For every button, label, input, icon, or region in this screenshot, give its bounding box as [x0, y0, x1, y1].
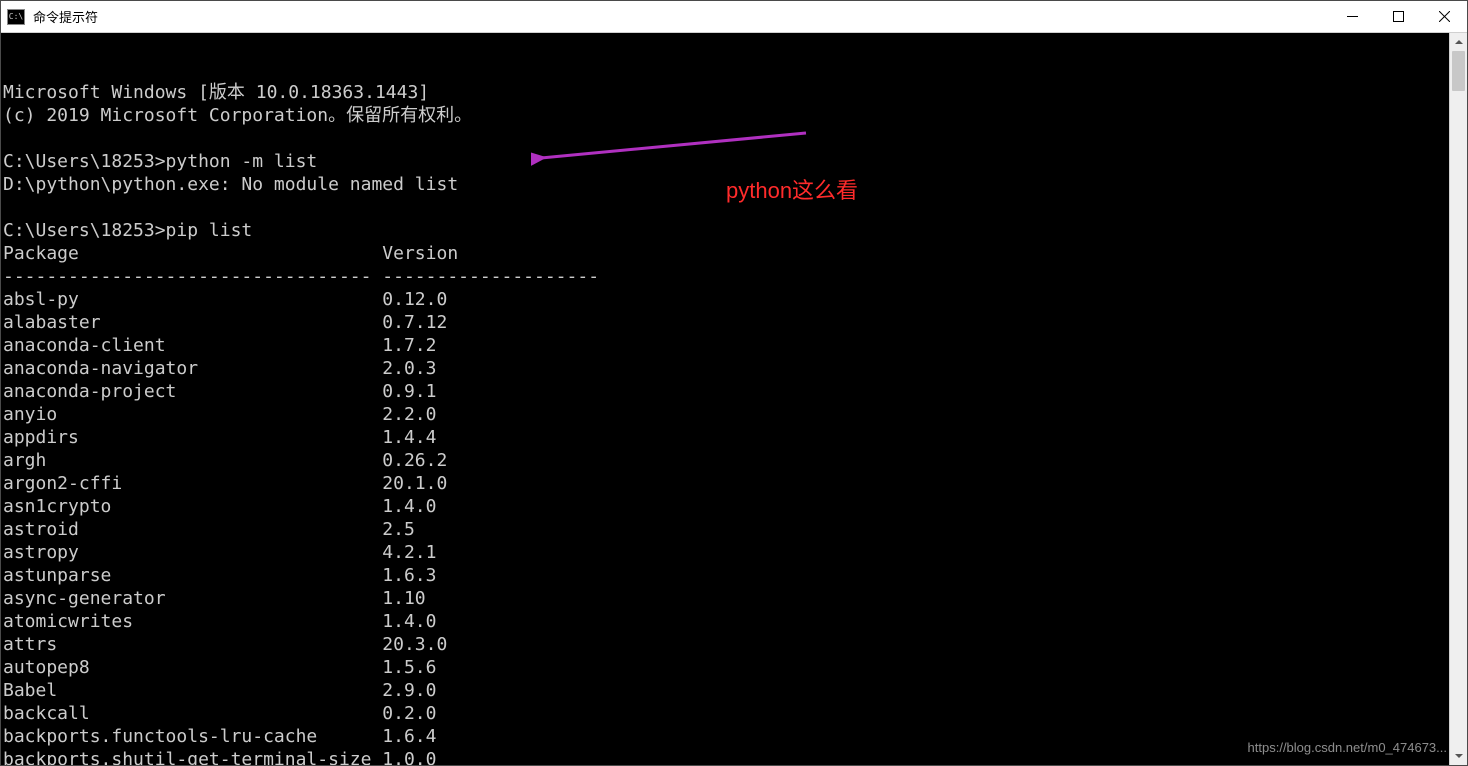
- terminal-line: anaconda-navigator 2.0.3: [3, 357, 1467, 380]
- terminal-line: attrs 20.3.0: [3, 633, 1467, 656]
- maximize-icon: [1393, 11, 1404, 22]
- terminal-line: C:\Users\18253>python -m list: [3, 150, 1467, 173]
- terminal-line: appdirs 1.4.4: [3, 426, 1467, 449]
- maximize-button[interactable]: [1375, 1, 1421, 32]
- terminal-area[interactable]: Microsoft Windows [版本 10.0.18363.1443](c…: [1, 33, 1467, 765]
- scroll-thumb[interactable]: [1452, 51, 1465, 91]
- terminal-line: Package Version: [3, 242, 1467, 265]
- terminal-line: [3, 127, 1467, 150]
- scroll-up-button[interactable]: [1450, 33, 1467, 51]
- terminal-line: Microsoft Windows [版本 10.0.18363.1443]: [3, 81, 1467, 104]
- terminal-line: C:\Users\18253>pip list: [3, 219, 1467, 242]
- terminal-line: async-generator 1.10: [3, 587, 1467, 610]
- terminal-line: ---------------------------------- -----…: [3, 265, 1467, 288]
- window-title: 命令提示符: [33, 7, 98, 26]
- chevron-up-icon: [1455, 38, 1463, 46]
- window-controls: [1329, 1, 1467, 32]
- cmd-icon: C:\: [7, 9, 25, 25]
- scroll-down-button[interactable]: [1450, 747, 1467, 765]
- terminal-line: autopep8 1.5.6: [3, 656, 1467, 679]
- close-icon: [1439, 11, 1450, 22]
- terminal-line: anyio 2.2.0: [3, 403, 1467, 426]
- minimize-button[interactable]: [1329, 1, 1375, 32]
- terminal-line: argon2-cffi 20.1.0: [3, 472, 1467, 495]
- vertical-scrollbar[interactable]: [1449, 33, 1467, 765]
- terminal-line: astroid 2.5: [3, 518, 1467, 541]
- titlebar-left: C:\ 命令提示符: [1, 7, 98, 26]
- terminal-line: anaconda-project 0.9.1: [3, 380, 1467, 403]
- terminal-line: (c) 2019 Microsoft Corporation。保留所有权利。: [3, 104, 1467, 127]
- terminal-line: Babel 2.9.0: [3, 679, 1467, 702]
- terminal-line: backports.shutil-get-terminal-size 1.0.0: [3, 748, 1467, 765]
- scroll-track[interactable]: [1450, 51, 1467, 747]
- terminal-line: alabaster 0.7.12: [3, 311, 1467, 334]
- terminal-line: astunparse 1.6.3: [3, 564, 1467, 587]
- terminal-line: backports.functools-lru-cache 1.6.4: [3, 725, 1467, 748]
- terminal-line: backcall 0.2.0: [3, 702, 1467, 725]
- terminal-line: [3, 196, 1467, 219]
- terminal-content: Microsoft Windows [版本 10.0.18363.1443](c…: [3, 81, 1467, 765]
- terminal-line: D:\python\python.exe: No module named li…: [3, 173, 1467, 196]
- terminal-line: atomicwrites 1.4.0: [3, 610, 1467, 633]
- minimize-icon: [1347, 11, 1358, 22]
- command-prompt-window: C:\ 命令提示符 Microsoft Windows [版本 10.0.183…: [0, 0, 1468, 766]
- terminal-line: anaconda-client 1.7.2: [3, 334, 1467, 357]
- chevron-down-icon: [1455, 752, 1463, 760]
- terminal-line: asn1crypto 1.4.0: [3, 495, 1467, 518]
- titlebar[interactable]: C:\ 命令提示符: [1, 1, 1467, 33]
- terminal-line: absl-py 0.12.0: [3, 288, 1467, 311]
- terminal-line: argh 0.26.2: [3, 449, 1467, 472]
- close-button[interactable]: [1421, 1, 1467, 32]
- terminal-line: astropy 4.2.1: [3, 541, 1467, 564]
